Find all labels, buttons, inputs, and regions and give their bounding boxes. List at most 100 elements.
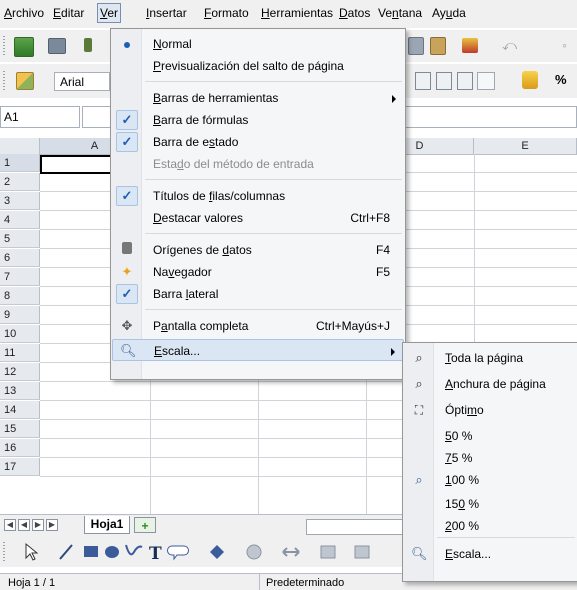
row-header-13[interactable]: 13 [0,382,40,400]
menu-item-pantalla-completa[interactable]: ✥ Pantalla completa Ctrl+Mayús+J [112,315,404,337]
paste-icon[interactable] [430,37,446,55]
open-icon[interactable] [84,38,92,52]
check-icon: ✓ [121,286,133,301]
menu-editar[interactable]: Editar [53,6,84,20]
templates-icon[interactable] [48,38,66,54]
check-icon: ✓ [121,188,133,203]
page-style-label[interactable]: Predeterminado [266,577,344,589]
row-header-12[interactable]: 12 [0,363,40,381]
merge-cells-icon[interactable] [477,72,495,90]
row-header-8[interactable]: 8 [0,287,40,305]
menu-herramientas[interactable]: Herramientas [261,6,333,20]
next-sheet-button[interactable]: ▶ [32,519,44,531]
row-header-3[interactable]: 3 [0,192,40,210]
align-left-icon[interactable] [415,72,431,90]
menu-item-label: Óptimo [445,403,484,417]
menu-item-navegador[interactable]: ✦ Navegador F5 [112,261,404,283]
last-sheet-button[interactable]: ▶ [46,519,58,531]
row-header-11[interactable]: 11 [0,344,40,362]
redo-icon[interactable]: ◦ [562,38,576,52]
horizontal-scrollbar[interactable] [306,519,408,535]
row-header-1[interactable]: 1 [0,154,40,172]
font-name-box[interactable]: Arial [54,72,110,91]
callout-tool-icon [167,545,189,561]
row-header-7[interactable]: 7 [0,268,40,286]
row-header-14[interactable]: 14 [0,401,40,419]
menu-item-label: Barras de herramientas [153,91,279,105]
menu-formato[interactable]: Formato [204,6,249,20]
menu-ventana[interactable]: Ventana [378,6,422,20]
shortcut-label: Ctrl+F8 [350,211,390,225]
menu-archivo[interactable]: Archivo [4,6,44,20]
line-tool-icon [59,544,73,560]
select-pointer-icon [25,542,39,561]
menu-ayuda[interactable]: Ayuda [432,6,466,20]
menu-datos[interactable]: Datos [339,6,370,20]
row-header-17[interactable]: 17 [0,458,40,476]
zoom-item-200[interactable]: 200 % [404,515,577,537]
name-box[interactable]: A1 [0,106,80,128]
percent-format-button[interactable]: % [555,72,567,87]
row-header-10[interactable]: 10 [0,325,40,343]
menu-item-label: Escala... [445,547,492,561]
row-header-4[interactable]: 4 [0,211,40,229]
toolbar-grip[interactable] [3,71,5,91]
block-arrows-icon [282,547,300,557]
zoom-item-escala[interactable]: 🔍︎ Escala... [404,543,577,565]
undo-icon[interactable]: ⤺ [502,38,517,52]
zoom-icon: 🔍︎ [411,546,428,561]
menu-ver[interactable]: Ver [97,3,122,23]
menu-item-label: Barra de fórmulas [153,113,249,127]
menu-item-barra-de-fórmulas[interactable]: ✓ Barra de fórmulas [112,109,404,131]
new-document-icon[interactable] [14,37,34,57]
row-header-15[interactable]: 15 [0,420,40,438]
row-header-2[interactable]: 2 [0,173,40,191]
zoom-item-óptimo[interactable]: ⛶ Óptimo [404,399,577,421]
shortcut-label: F4 [375,243,390,257]
menu-item-previsualización-del-salto-de-página[interactable]: Previsualización del salto de página [112,55,404,77]
menu-item-label: Normal [153,37,192,51]
prev-sheet-button[interactable]: ◀ [18,519,30,531]
currency-format-icon[interactable] [522,71,538,89]
zoom-item-anchura-de-página[interactable]: ⌕ Anchura de página [404,373,577,395]
row-header-9[interactable]: 9 [0,306,40,324]
toolbar-grip[interactable] [3,36,5,56]
menu-item-normal[interactable]: Normal [112,33,404,55]
menu-item-barra-lateral[interactable]: ✓ Barra lateral [112,283,404,305]
add-sheet-button[interactable]: + [134,517,156,533]
menu-separator [145,233,402,234]
shortcut-label: F5 [375,265,390,279]
styles-icon[interactable] [16,72,34,90]
zoom-item-75[interactable]: 75 % [404,447,577,469]
copy-icon[interactable] [408,37,424,55]
menu-item-orígenes-de-datos[interactable]: Orígenes de datos F4 [112,239,404,261]
first-sheet-button[interactable]: ◀ [4,519,16,531]
align-right-icon[interactable] [457,72,473,90]
ver-menu: Normal Previsualización del salto de pági… [110,28,406,380]
menu-separator [145,179,402,180]
menu-item-label: Barra de estado [153,135,239,149]
menu-item-títulos-de-filas-columnas[interactable]: ✓ Títulos de filas/columnas [112,185,404,207]
row-header-6[interactable]: 6 [0,249,40,267]
select-all-corner[interactable] [0,138,40,154]
menu-item-barra-de-estado[interactable]: ✓ Barra de estado [112,131,404,153]
curve-tool-icon [125,544,143,556]
menu-item-destacar-valores[interactable]: Destacar valores Ctrl+F8 [112,207,404,229]
menu-item-escala[interactable]: 🔍︎ Escala... [112,339,404,361]
menu-insertar[interactable]: Insertar [146,6,187,20]
zoom-item-50[interactable]: 50 % [404,425,577,447]
sheet-tab-hoja1[interactable]: Hoja1 [84,516,130,534]
column-header-e[interactable]: E [474,138,577,154]
row-header-5[interactable]: 5 [0,230,40,248]
align-center-icon[interactable] [436,72,452,90]
callouts-icon [354,545,370,559]
zoom-item-100[interactable]: ⌕ 100 % [404,469,577,491]
format-paintbrush-icon[interactable] [462,38,478,53]
menu-item-label: 50 % [445,429,473,443]
menu-item-barras-de-herramientas[interactable]: Barras de herramientas [112,87,404,109]
row-header-16[interactable]: 16 [0,439,40,457]
zoom-page-icon: ⌕ [415,350,423,365]
zoom-item-150[interactable]: 150 % [404,493,577,515]
zoom-item-toda-la-página[interactable]: ⌕ Toda la página [404,347,577,369]
menu-item-label: Pantalla completa [153,319,249,333]
